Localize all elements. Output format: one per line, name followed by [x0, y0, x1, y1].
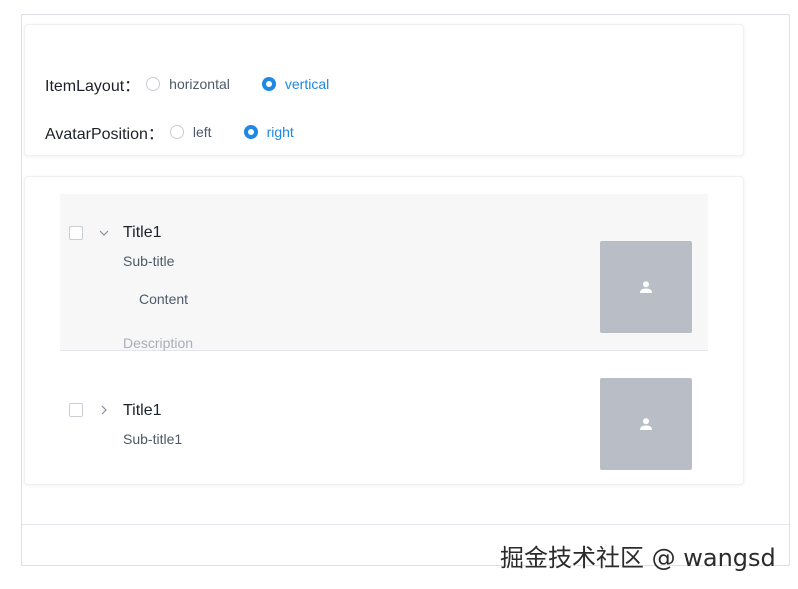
radio-dot[interactable] [146, 77, 161, 91]
item-description: Description [123, 335, 194, 351]
item-checkbox[interactable] [69, 226, 83, 240]
options-card: ItemLayout： horizontal vertical AvatarPo… [24, 24, 744, 156]
radio-left[interactable]: left [169, 124, 212, 140]
radio-vertical[interactable]: vertical [261, 76, 330, 92]
watermark: 掘金技术社区 @ wangsd [500, 544, 776, 572]
item-layout-label: ItemLayout： [45, 78, 141, 95]
radio-dot[interactable] [261, 77, 276, 91]
list-item[interactable]: Title1 Sub-title1 [60, 352, 708, 472]
item-title: Title1 [123, 224, 162, 241]
radio-right[interactable]: right [243, 124, 294, 140]
item-title: Title1 [123, 402, 162, 419]
avatar [600, 241, 692, 333]
radio-left-label: left [192, 124, 212, 140]
radio-vertical-label: vertical [284, 76, 330, 92]
chevron-right-icon[interactable] [98, 404, 110, 416]
item-layout-row: ItemLayout： horizontal vertical [45, 73, 361, 95]
radio-horizontal-label: horizontal [169, 76, 230, 92]
item-content: Content [139, 291, 189, 307]
item-subtitle: Sub-title [123, 253, 175, 269]
avatar-position-label: AvatarPosition： [45, 126, 164, 143]
list-item[interactable]: Title1 Sub-title Content Description [60, 194, 708, 351]
radio-horizontal[interactable]: horizontal [146, 76, 230, 92]
avatar [600, 378, 692, 470]
user-icon [640, 418, 652, 430]
frame-divider [22, 524, 789, 525]
user-icon [640, 281, 652, 293]
radio-dot[interactable] [169, 125, 184, 139]
avatar-position-row: AvatarPosition： left right [45, 121, 326, 143]
item-checkbox[interactable] [69, 403, 83, 417]
chevron-down-icon[interactable] [98, 227, 110, 239]
radio-right-label: right [266, 124, 294, 140]
radio-dot[interactable] [243, 125, 258, 139]
item-subtitle: Sub-title1 [123, 431, 183, 447]
